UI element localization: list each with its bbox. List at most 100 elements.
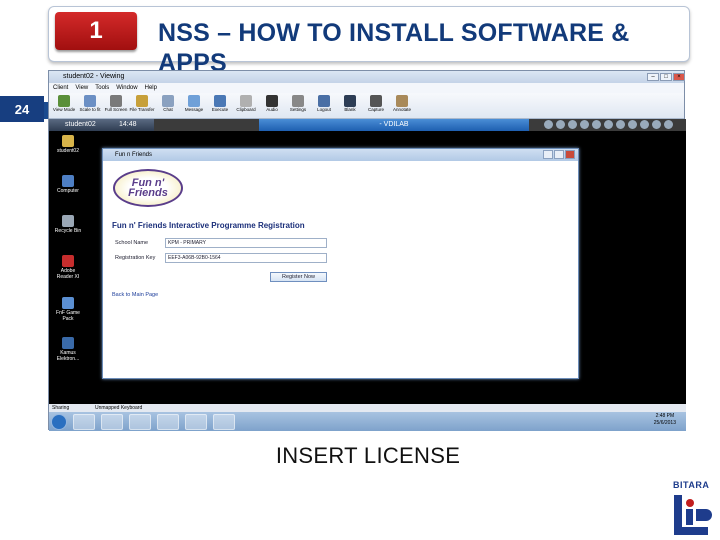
- blank-screen-icon: [344, 95, 356, 107]
- tray-icon[interactable]: [616, 120, 625, 129]
- slide: 1 NSS – HOW TO INSTALL SOFTWARE & APPS 2…: [0, 0, 720, 540]
- message-icon: [188, 95, 200, 107]
- tray-icon[interactable]: [652, 120, 661, 129]
- annotate-icon: [396, 95, 408, 107]
- tool-chat[interactable]: Chat: [155, 93, 181, 119]
- tool-clipboard[interactable]: Clipboard: [233, 93, 259, 119]
- tray-icon[interactable]: [664, 120, 673, 129]
- register-now-button[interactable]: Register Now: [270, 272, 327, 282]
- menu-help[interactable]: Help: [145, 83, 157, 93]
- app-close-button[interactable]: [565, 150, 575, 159]
- fun-n-friends-logo: Fun n' Friends: [113, 169, 183, 207]
- remote-viewer-window: student02 - Viewing – □ × Client View To…: [48, 70, 686, 431]
- tool-annotate[interactable]: Annotate: [389, 93, 415, 119]
- viewer-statusbar: Sharing Unmapped Keyboard: [49, 404, 686, 412]
- tool-settings[interactable]: Settings: [285, 93, 311, 119]
- tool-audio[interactable]: Audio: [259, 93, 285, 119]
- folder-icon: [62, 135, 74, 147]
- windows-taskbar: 2:48 PM 25/6/2013: [49, 412, 686, 431]
- computer-icon: [62, 175, 74, 187]
- viewer-menubar: Client View Tools Window Help: [49, 83, 684, 93]
- tool-message[interactable]: Message: [181, 93, 207, 119]
- session-label: - VDILAB: [259, 119, 529, 131]
- close-button[interactable]: ×: [673, 73, 685, 81]
- tray-icon[interactable]: [640, 120, 649, 129]
- tool-blank[interactable]: Blank: [337, 93, 363, 119]
- menu-client[interactable]: Client: [53, 83, 68, 93]
- taskbar-ie-icon[interactable]: [73, 413, 95, 430]
- fullscreen-icon: [110, 95, 122, 107]
- registration-heading: Fun n' Friends Interactive Programme Reg…: [112, 221, 305, 230]
- tray-icon[interactable]: [604, 120, 613, 129]
- taskbar-app-icon[interactable]: [185, 413, 207, 430]
- tray-icon[interactable]: [568, 120, 577, 129]
- tool-capture[interactable]: Capture: [363, 93, 389, 119]
- execute-icon: [214, 95, 226, 107]
- page-number: 24: [0, 96, 44, 122]
- camera-icon: [370, 95, 382, 107]
- taskbar-media-icon[interactable]: [129, 413, 151, 430]
- slide-title: NSS – HOW TO INSTALL SOFTWARE & APPS: [158, 19, 630, 77]
- session-time: 14:48: [119, 121, 137, 128]
- app-minimize-button[interactable]: [543, 150, 553, 159]
- session-tab[interactable]: student02: [49, 119, 154, 131]
- viewer-toolbar: View Mode Scale to fit Full Screen File …: [49, 93, 684, 119]
- scale-icon: [84, 95, 96, 107]
- file-transfer-icon: [136, 95, 148, 107]
- desktop-icon-fnf[interactable]: FnF Game Pack: [53, 297, 83, 322]
- app-window: Fun n Friends Fun n' Friends Fun n' Frie…: [102, 148, 579, 379]
- tray-icon[interactable]: [628, 120, 637, 129]
- slide-number-badge: 1: [55, 12, 137, 50]
- bitara-logo-text: BITARA: [673, 480, 710, 490]
- system-clock: 2:48 PM 25/6/2013: [653, 413, 676, 426]
- clipboard-icon: [240, 95, 252, 107]
- registration-key-label: Registration Key: [115, 255, 156, 261]
- tool-fullscreen[interactable]: Full Screen: [103, 93, 129, 119]
- tool-execute[interactable]: Execute: [207, 93, 233, 119]
- taskbar-game-icon[interactable]: [157, 413, 179, 430]
- tray-icon[interactable]: [556, 120, 565, 129]
- desktop-icon-adobe[interactable]: Adobe Reader XI: [53, 255, 83, 280]
- minimize-button[interactable]: –: [647, 73, 659, 81]
- tray-icon[interactable]: [544, 120, 553, 129]
- status-sharing: Sharing: [52, 405, 70, 411]
- tray-icon[interactable]: [580, 120, 589, 129]
- back-to-main-link[interactable]: Back to Main Page: [112, 292, 158, 298]
- desktop-icon-user[interactable]: student02: [53, 135, 83, 154]
- menu-tools[interactable]: Tools: [95, 83, 109, 93]
- app-maximize-button[interactable]: [554, 150, 564, 159]
- microphone-icon: [266, 95, 278, 107]
- menu-view[interactable]: View: [75, 83, 88, 93]
- viewer-title: student02 - Viewing: [49, 71, 684, 83]
- view-mode-icon: [58, 95, 70, 107]
- desktop-icon-kamus[interactable]: Kamus Elektron...: [53, 337, 83, 362]
- adobe-reader-icon: [62, 255, 74, 267]
- desktop-icon-computer[interactable]: Computer: [53, 175, 83, 194]
- logout-icon: [318, 95, 330, 107]
- status-keyboard: Unmapped Keyboard: [95, 405, 143, 411]
- school-name-field[interactable]: KPM - PRIMARY: [165, 238, 327, 248]
- maximize-button[interactable]: □: [660, 73, 672, 81]
- registration-key-field[interactable]: EEF3-A06B-92B0-1564: [165, 253, 327, 263]
- recycle-bin-icon: [62, 215, 74, 227]
- bitara-logo-icon: [674, 495, 712, 535]
- chat-icon: [162, 95, 174, 107]
- slide-caption: INSERT LICENSE: [275, 443, 461, 468]
- settings-icon: [292, 95, 304, 107]
- tool-scale[interactable]: Scale to fit: [77, 93, 103, 119]
- desktop-icon-recycle[interactable]: Recycle Bin: [53, 215, 83, 234]
- session-tools: [544, 120, 673, 129]
- start-button[interactable]: [51, 413, 67, 430]
- school-name-label: School Name: [115, 240, 149, 246]
- tool-file-transfer[interactable]: File Transfer: [129, 93, 155, 119]
- tool-logout[interactable]: Logout: [311, 93, 337, 119]
- taskbar-app-icon[interactable]: [213, 413, 235, 430]
- dictionary-icon: [62, 337, 74, 349]
- game-pack-icon: [62, 297, 74, 309]
- tool-view-mode[interactable]: View Mode: [51, 93, 77, 119]
- remote-desktop: student02 14:48 - VDILAB student02 Compu…: [49, 119, 686, 404]
- tray-icon[interactable]: [592, 120, 601, 129]
- app-window-controls: [543, 150, 575, 159]
- menu-window[interactable]: Window: [116, 83, 137, 93]
- taskbar-explorer-icon[interactable]: [101, 413, 123, 430]
